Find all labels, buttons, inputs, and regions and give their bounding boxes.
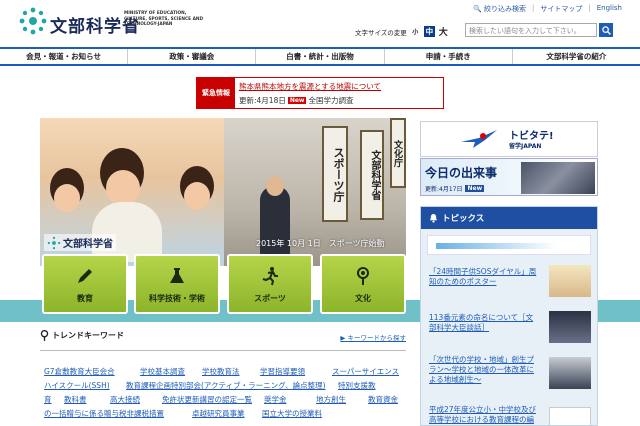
emergency-survey-link[interactable]: 全国学力調査 [308, 95, 353, 106]
logo-english: MINISTRY OF EDUCATION, CULTURE, SPORTS, … [124, 11, 204, 28]
english-link[interactable]: English [597, 4, 622, 14]
todays-events-update: 更新:4月17日 New [425, 184, 485, 193]
keyword-link[interactable]: ハイスクール(SSH) [44, 380, 110, 391]
keyword-link[interactable]: 奨学金 [264, 394, 287, 405]
culture-agency-sign: 文化庁 [390, 118, 406, 188]
sitemap-link[interactable]: サイトマップ [540, 4, 582, 14]
trend-title: トレンドキーワード [40, 330, 124, 341]
topic-link[interactable]: 「24時間子供SOSダイヤル」周知のためのポスター [429, 267, 539, 287]
keyword-link[interactable]: 国立大学の授業料 [262, 408, 322, 419]
keyword-link[interactable]: スーパーサイエンス [332, 366, 399, 377]
tobitate-title: トビタテ! [509, 131, 554, 142]
tile-label: スポーツ [254, 294, 286, 303]
tile-label: 文化 [355, 294, 371, 303]
topics-header: トピックス [421, 207, 597, 229]
tile-label: 教育 [77, 294, 93, 303]
flask-icon [166, 265, 188, 287]
topic-thumbnail [549, 265, 591, 297]
search-button[interactable] [599, 23, 613, 37]
hero-logo-text: 文部科学省 [63, 239, 113, 250]
todays-events-banner[interactable]: 今日の出来事 更新:4月17日 New [420, 158, 598, 196]
ministry-sign: 文部科学省 [360, 130, 384, 220]
new-badge: New [465, 185, 485, 192]
refine-search-link[interactable]: 🔍 絞り込み検索 [473, 4, 526, 14]
meeting-photo [521, 162, 595, 194]
keyword-link[interactable]: 免許状更新講習の認定一覧 [162, 394, 252, 405]
divider: | [588, 4, 591, 12]
hero-banner[interactable]: スポーツ庁 文部科学省 文化庁 文部科学省 2015年 10月 1日 スポーツ庁… [40, 118, 406, 266]
keyword-link[interactable]: 特別支援教 [338, 380, 376, 391]
pencil-icon [74, 265, 96, 287]
emergency-earthquake-link[interactable]: 熊本県熊本地方を震源とする地震について [239, 81, 381, 92]
tile-label: 科学技術・学術 [149, 294, 205, 303]
keyword-link[interactable]: 卓越研究員事業 [192, 408, 245, 419]
font-medium-button[interactable]: 中 [423, 26, 435, 37]
airplane-logo-icon [461, 130, 497, 148]
topic-link[interactable]: 平成27年度公立小・中学校及び高等学校における教育課程の編成・実施状況調査の [429, 405, 539, 425]
topics-title: トピックス [442, 214, 485, 224]
nav-policy[interactable]: 政策・審議会 [128, 49, 257, 64]
bell-icon [429, 213, 438, 223]
new-badge: New [287, 97, 307, 104]
font-size-label: 文字サイズの変更 [355, 28, 407, 37]
topic-thumbnail [549, 407, 591, 425]
divider [40, 350, 406, 351]
keyword-link[interactable]: G7倉敷教育大臣会合 [44, 366, 115, 377]
keyword-link[interactable]: 育 [44, 394, 52, 405]
keyword-link[interactable]: 学習指導要領 [260, 366, 305, 377]
emergency-updated: 更新:4月18日 [239, 96, 286, 105]
tile-culture[interactable]: 文化 [320, 254, 406, 314]
divider: | [532, 4, 535, 12]
topic-thumbnail [549, 357, 591, 389]
sports-agency-sign: スポーツ庁 [322, 126, 348, 222]
topic-link[interactable]: 113番元素の命名について［文部科学大臣談話］ [429, 313, 539, 333]
tobitate-banner[interactable]: トビタテ! 留学JAPAN [420, 121, 598, 157]
tile-science[interactable]: 科学技術・学術 [134, 254, 220, 314]
font-size-control: 文字サイズの変更 小 中 大 [355, 26, 449, 38]
emergency-update-line: 更新:4月18日 New 全国学力調査 [239, 95, 353, 106]
tile-education[interactable]: 教育 [42, 254, 128, 314]
award-icon [352, 265, 374, 287]
emergency-notice: 緊急情報 熊本県熊本地方を震源とする地震について 更新:4月18日 New 全国… [196, 77, 444, 109]
runner-icon [259, 265, 281, 287]
nav-about[interactable]: 文部科学省の紹介 [513, 49, 640, 64]
font-large-button[interactable]: 大 [438, 26, 449, 38]
topics-banner[interactable] [427, 235, 591, 255]
topic-link[interactable]: 「次世代の学校・地域」創生プラン〜学校と地域の一体改革による地域創生〜 [429, 355, 539, 385]
todays-events-date: 更新:4月17日 [425, 186, 463, 193]
emergency-tag: 緊急情報 [197, 78, 235, 108]
ministry-logo-icon [47, 236, 61, 249]
hero-logo: 文部科学省 [44, 234, 116, 251]
keyword-link[interactable]: 高大接続 [110, 394, 140, 405]
nav-applications[interactable]: 申請・手続き [385, 49, 513, 64]
keyword-search-link[interactable]: ▶ キーワードから探す [340, 332, 406, 342]
tile-sports[interactable]: スポーツ [227, 254, 313, 314]
todays-events-title: 今日の出来事 [425, 166, 498, 180]
nav-white-papers[interactable]: 白書・統計・出版物 [256, 49, 385, 64]
keyword-link[interactable]: 教育資金 [368, 394, 398, 405]
ministry-logo-icon [19, 7, 47, 35]
trend-title-text: トレンドキーワード [52, 331, 124, 340]
nav-press[interactable]: 会見・報道・お知らせ [0, 49, 129, 64]
keyword-link[interactable]: の一括贈与に係る贈与税非課税措置 [44, 408, 164, 419]
keyword-link[interactable]: 学校教育法 [202, 366, 240, 377]
pin-icon [40, 330, 49, 341]
tobitate-subtitle: 留学JAPAN [509, 143, 542, 150]
topics-panel: トピックス 「24時間子供SOSダイヤル」周知のためのポスター 113番元素の命… [420, 206, 598, 426]
global-nav: 会見・報道・お知らせ 政策・審議会 白書・統計・出版物 申請・手続き 文部科学省… [0, 47, 640, 66]
keyword-link[interactable]: 教科書 [64, 394, 87, 405]
keyword-link[interactable]: 学校基本調査 [140, 366, 185, 377]
keyword-link[interactable]: 地方創生 [316, 394, 346, 405]
ministry-logo[interactable]: 文部科学省 MINISTRY OF EDUCATION, CULTURE, SP… [18, 6, 203, 38]
utility-links: 🔍 絞り込み検索 | サイトマップ | English [473, 4, 622, 14]
topic-thumbnail [549, 311, 591, 343]
search-input[interactable]: 検索したい語句を入力して下さい。 [465, 23, 597, 37]
hero-caption: 2015年 10月 1日 スポーツ庁始動 [256, 239, 385, 248]
font-small-button[interactable]: 小 [410, 26, 421, 37]
search-icon [601, 25, 611, 35]
keyword-link[interactable]: 教育課程企画特別部会(アクティブ・ラーニング、論点整理) [126, 380, 332, 391]
